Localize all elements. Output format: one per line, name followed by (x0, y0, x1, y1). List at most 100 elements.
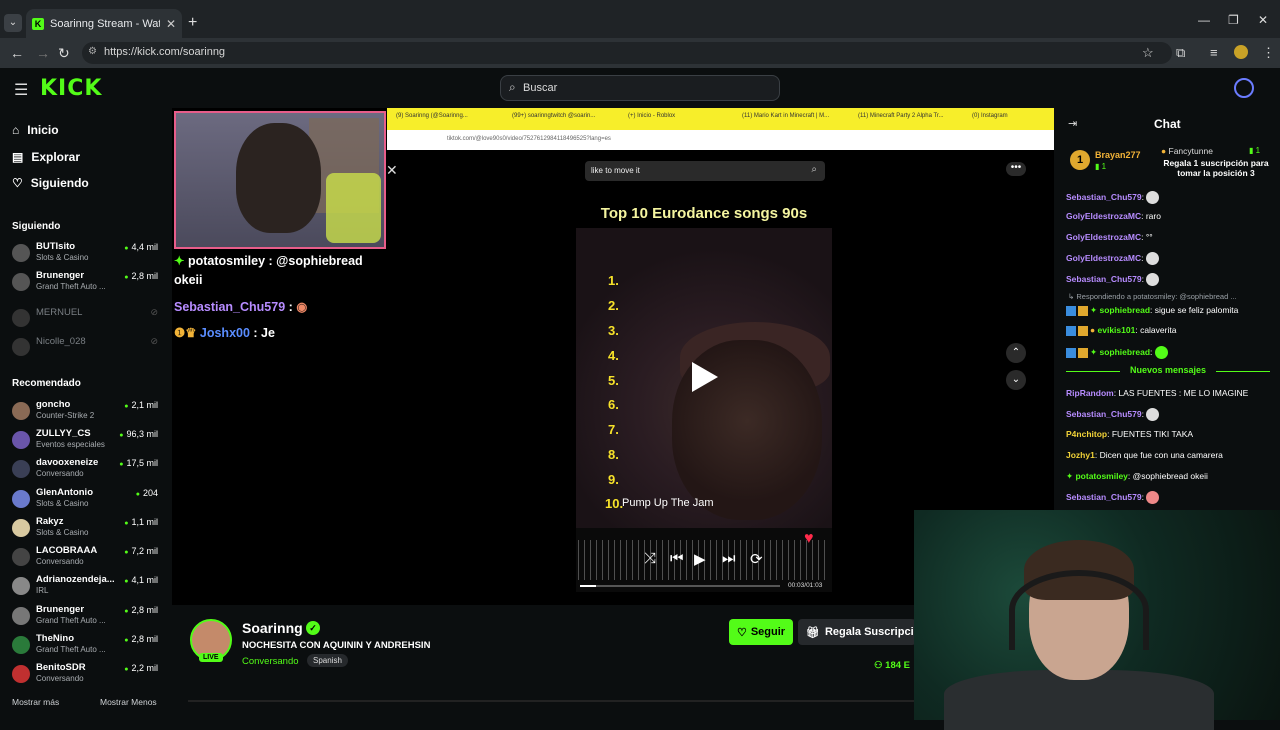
nav-label: Explorar (31, 150, 81, 164)
minimize-button[interactable]: — (1198, 13, 1210, 27)
chat-message: RipRandom: LAS FUENTES : ME LO IMAGINE (1066, 388, 1249, 398)
rank-label: 9. (608, 472, 619, 487)
chat-message: ● evikis101: calaverita (1066, 325, 1176, 336)
search-placeholder: Buscar (523, 82, 558, 94)
chat-username[interactable]: sophiebread (1099, 305, 1150, 315)
chat-username[interactable]: Sebastian_Chu579 (1066, 274, 1142, 284)
sidebar-channel[interactable]: Adrianozendeja...IRL 4,1 mil (12, 573, 162, 599)
overlay-user: Sebastian_Chu579 (174, 299, 286, 314)
avatar (12, 490, 30, 508)
sidebar-channel[interactable]: GlenAntonioSlots & Casino 204 (12, 486, 162, 512)
search-input[interactable]: ⌕ Buscar (500, 75, 780, 101)
sidebar-channel[interactable]: Nicolle_028 ⊘ (12, 334, 162, 360)
sidebar-channel[interactable]: davooxeneizeConversando 17,5 mil (12, 456, 162, 482)
gift-subscription-button[interactable]: 🎁︎ Regala Suscripcio (798, 619, 916, 645)
media-control-icon[interactable]: ≡ (1210, 45, 1218, 60)
gift-count-value: 1 (1101, 162, 1107, 171)
show-less-button[interactable]: Mostrar Menos (100, 697, 157, 707)
back-button[interactable]: ← (10, 45, 24, 61)
sidebar-channel[interactable]: LACOBRAAAConversando 7,2 mil (12, 544, 162, 570)
chat-username[interactable]: Sebastian_Chu579 (1066, 409, 1142, 419)
second-gifter-name: ● Fancytunne (1161, 146, 1213, 156)
avatar (12, 309, 30, 327)
viewer-count: 2,8 mil (124, 271, 158, 281)
chat-username[interactable]: RipRandom (1066, 388, 1114, 398)
second-gifter-text: Fancytunne (1168, 146, 1213, 156)
viewer-count: 1,1 mil (124, 517, 158, 527)
browser-tab[interactable]: K Soarinng Stream - Watch L ✕ (26, 9, 182, 38)
overlay-text: : (288, 299, 293, 314)
gift-call-to-action: Regala 1 suscripción para tomar la posic… (1163, 158, 1269, 179)
collapse-chat-icon[interactable]: ⇥ (1068, 117, 1077, 130)
window-close-button[interactable]: ✕ (1258, 13, 1268, 27)
channel-name: ZULLYY_CS (36, 428, 91, 439)
captured-tab: (+) Inicio - Roblox (628, 113, 676, 119)
chat-username[interactable]: GolyEldestrozaMC (1066, 253, 1141, 263)
sidebar-channel[interactable]: MERNUEL ⊘ (12, 305, 162, 331)
chat-message: ✦ potatosmiley: @sophiebread okeii (1066, 471, 1208, 481)
song-name: Pump Up The Jam (622, 497, 714, 509)
tab-search-button[interactable]: ⌄ (4, 14, 22, 32)
forward-button[interactable]: → (36, 45, 50, 61)
chat-username[interactable]: Sebastian_Chu579 (1066, 492, 1142, 502)
site-info-icon[interactable]: ⚙ (88, 46, 97, 57)
tab-title: Soarinng Stream - Watch L (50, 17, 160, 30)
profile-avatar[interactable] (1234, 45, 1248, 59)
chat-username[interactable]: potatosmiley (1075, 471, 1127, 481)
nav-explorar[interactable]: ▤ Explorar (12, 150, 80, 164)
channel-name[interactable]: Soarinng (242, 620, 303, 636)
stream-category[interactable]: Conversando (242, 656, 299, 667)
tiktok-search-text: like to move it (591, 166, 640, 175)
chat-username[interactable]: evikis101 (1098, 325, 1136, 335)
emote-icon (1146, 191, 1160, 204)
address-bar[interactable]: ⚙ https://kick.com/soarinng (82, 42, 1172, 64)
chat-message: Sebastian_Chu579: (1066, 273, 1160, 286)
chat-username[interactable]: sophiebread (1099, 347, 1150, 357)
chat-username[interactable]: P4nchitop (1066, 429, 1107, 439)
follow-button[interactable]: ♡ Seguir (729, 619, 793, 645)
chat-text: @sophiebread okeii (1132, 471, 1208, 481)
gift-count: ▮ 1 (1095, 162, 1107, 171)
menu-icon[interactable]: ☰ (14, 80, 28, 100)
emote-icon (1154, 346, 1168, 359)
show-more-button[interactable]: Mostrar más (12, 697, 59, 707)
offline-icon: ⊘ (150, 307, 158, 317)
language-tag[interactable]: Spanish (307, 654, 348, 667)
chat-username[interactable]: Sebastian_Chu579 (1066, 192, 1142, 202)
restore-button[interactable]: ❐ (1228, 13, 1239, 27)
sidebar-channel[interactable]: TheNinoGrand Theft Auto ... 2,8 mil (12, 632, 162, 658)
channel-name: Adrianozendeja... (36, 574, 115, 585)
chat-message: GolyEldestrozaMC: raro (1066, 211, 1161, 221)
sidebar-channel[interactable]: BrunengerGrand Theft Auto ... 2,8 mil (12, 603, 162, 629)
nav-siguiendo[interactable]: ♡ Siguiendo (12, 176, 89, 190)
channel-category: Conversando (36, 557, 84, 566)
chat-username[interactable]: GolyEldestrozaMC (1066, 211, 1141, 221)
new-tab-button[interactable]: + (188, 14, 197, 32)
reload-button[interactable]: ↻ (58, 45, 70, 62)
chat-username[interactable]: GolyEldestrozaMC (1066, 232, 1141, 242)
user-avatar[interactable] (1234, 78, 1254, 98)
badge-icon (1066, 325, 1076, 336)
chat-username[interactable]: Jozhy1 (1066, 450, 1095, 460)
sidebar-channel[interactable]: BenitoSDRConversando 2,2 mil (12, 661, 162, 687)
nav-inicio[interactable]: ⌂ Inicio (12, 123, 59, 137)
sidebar-channel[interactable]: RakyzSlots & Casino 1,1 mil (12, 515, 162, 541)
chevron-up-icon: ⌃ (1006, 343, 1026, 363)
avatar (12, 636, 30, 654)
emote-icon (1146, 273, 1160, 286)
emote-icon (1146, 491, 1160, 504)
browser-menu-icon[interactable]: ⋮ (1262, 45, 1275, 61)
offline-icon: ⊘ (150, 336, 158, 346)
kick-logo[interactable]: KICK (40, 76, 102, 101)
sidebar-channel[interactable]: gonchoCounter-Strike 2 2,1 mil (12, 398, 162, 424)
avatar (12, 273, 30, 291)
tab-close-icon[interactable]: ✕ (166, 17, 176, 31)
sidebar-channel[interactable]: BrunengerGrand Theft Auto ... 2,8 mil (12, 269, 162, 295)
sidebar-channel[interactable]: BUTIsitoSlots & Casino 4,4 mil (12, 240, 162, 266)
play-icon (692, 362, 718, 392)
bookmark-star-icon[interactable]: ☆ (1142, 45, 1154, 61)
sidebar-channel[interactable]: ZULLYY_CSEventos especiales 96,3 mil (12, 427, 162, 453)
emote-icon (1146, 408, 1160, 421)
extensions-icon[interactable]: ⧉ (1176, 45, 1185, 61)
more-icon: ••• (1006, 162, 1026, 176)
